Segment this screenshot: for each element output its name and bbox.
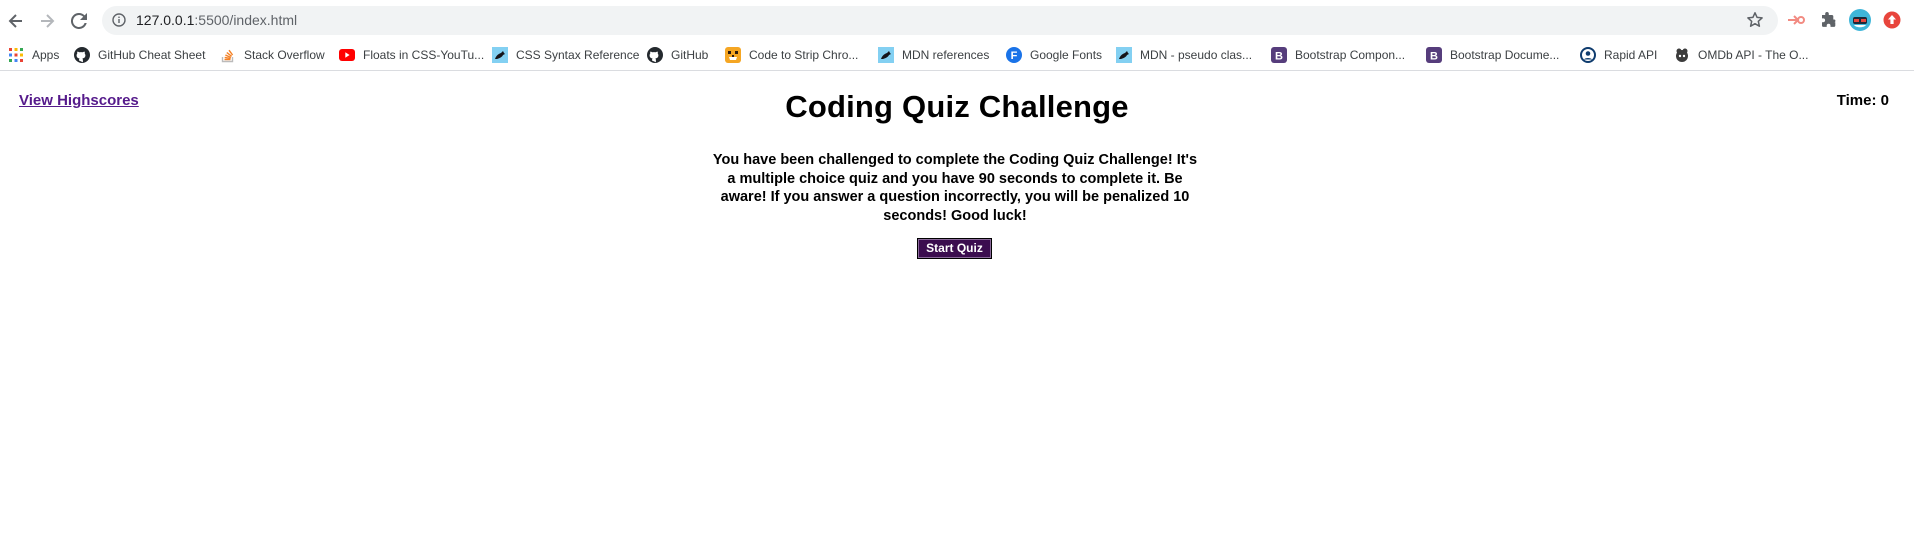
bookmarks-bar: Apps GitHub Cheat Sheet Stack Overflow F… (0, 40, 1914, 71)
arrow-right-icon (41, 14, 55, 28)
profile-avatar-button[interactable] (1849, 9, 1871, 31)
bookmark-label: Stack Overflow (244, 48, 325, 62)
bookmark-mdn-references[interactable]: MDN references (878, 46, 989, 64)
github-icon (74, 47, 90, 63)
stack-overflow-icon (220, 47, 236, 63)
bootstrap-icon: B (1271, 47, 1287, 63)
forward-button[interactable] (34, 8, 60, 34)
bookmark-bootstrap-components[interactable]: B Bootstrap Compon... (1271, 46, 1405, 64)
bookmark-floats-youtube[interactable]: Floats in CSS-YouTu... (339, 46, 484, 64)
update-extension-button[interactable] (1881, 9, 1903, 31)
bookmark-label: GitHub (671, 48, 709, 62)
bookmark-code-to-strip[interactable]: Code to Strip Chro... (725, 46, 858, 64)
extension-button[interactable] (1785, 9, 1807, 31)
bookmark-bootstrap-documentation[interactable]: B Bootstrap Docume... (1426, 46, 1559, 64)
rapid-api-icon (1580, 47, 1596, 63)
address-bar[interactable]: 127.0.0.1:5500/index.html (102, 6, 1778, 35)
back-button[interactable] (3, 8, 29, 34)
bookmark-google-fonts[interactable]: F Google Fonts (1006, 46, 1102, 64)
page-title: Coding Quiz Challenge (785, 89, 1129, 124)
bookmark-label: CSS Syntax Reference (516, 48, 640, 62)
bookmark-label: Google Fonts (1030, 48, 1103, 62)
bookmark-label: Floats in CSS-YouTu... (363, 48, 485, 62)
youtube-icon (339, 47, 355, 63)
bookmark-omdb-api[interactable]: OMDb API - The O... (1674, 46, 1808, 64)
bookmark-css-syntax-reference[interactable]: CSS Syntax Reference (492, 46, 639, 64)
avatar-icon (1849, 9, 1871, 31)
extensions-menu-button[interactable] (1818, 9, 1840, 31)
svg-text:B: B (1430, 51, 1438, 63)
start-quiz-button[interactable]: Start Quiz (917, 238, 992, 259)
bookmark-apps[interactable]: Apps (8, 46, 59, 64)
extension-arrow-icon (1788, 15, 1805, 25)
page-content: View Highscores Time: 0 Coding Quiz Chal… (0, 72, 1914, 555)
arrow-left-icon (8, 14, 22, 28)
mdn-icon (878, 47, 894, 63)
bookmark-label: Code to Strip Chro... (749, 48, 859, 62)
url-host: 127.0.0.1 (136, 12, 195, 28)
info-icon[interactable] (112, 13, 126, 27)
tiger-icon (725, 47, 741, 63)
mdn-icon (492, 47, 508, 63)
reload-button[interactable] (66, 8, 92, 34)
apps-grid-icon (8, 47, 24, 63)
svg-text:F: F (1011, 50, 1018, 62)
quiz-intro-text: You have been challenged to complete the… (712, 152, 1198, 224)
bookmark-label: OMDb API - The O... (1698, 48, 1809, 62)
omdb-icon (1674, 47, 1690, 63)
bookmark-label: MDN - pseudo clas... (1140, 48, 1253, 62)
bookmark-label: MDN references (902, 48, 990, 62)
bookmark-label: GitHub Cheat Sheet (98, 48, 206, 62)
reload-icon (71, 13, 87, 29)
bookmark-mdn-pseudo-classes[interactable]: MDN - pseudo clas... (1116, 46, 1252, 64)
bookmark-github-cheat-sheet[interactable]: GitHub Cheat Sheet (74, 46, 205, 64)
bookmark-star-icon[interactable] (1746, 11, 1764, 29)
arrow-up-circle-icon (1883, 11, 1901, 29)
bookmark-rapid-api[interactable]: Rapid API (1580, 46, 1657, 64)
bookmark-stack-overflow[interactable]: Stack Overflow (220, 46, 325, 64)
puzzle-piece-icon (1822, 12, 1836, 27)
bookmark-label: Apps (32, 48, 60, 62)
url-text[interactable]: 127.0.0.1:5500/index.html (136, 12, 297, 29)
bookmark-label: Bootstrap Docume... (1450, 48, 1560, 62)
bookmark-github[interactable]: GitHub (647, 46, 708, 64)
bookmark-label: Rapid API (1604, 48, 1658, 62)
mdn-icon (1116, 47, 1132, 63)
bootstrap-icon: B (1426, 47, 1442, 63)
svg-text:B: B (1275, 51, 1283, 63)
url-path: :5500/index.html (194, 12, 298, 28)
browser-toolbar: 127.0.0.1:5500/index.html (0, 0, 1914, 40)
google-fonts-icon: F (1006, 47, 1022, 63)
github-icon (647, 47, 663, 63)
bookmark-label: Bootstrap Compon... (1295, 48, 1406, 62)
